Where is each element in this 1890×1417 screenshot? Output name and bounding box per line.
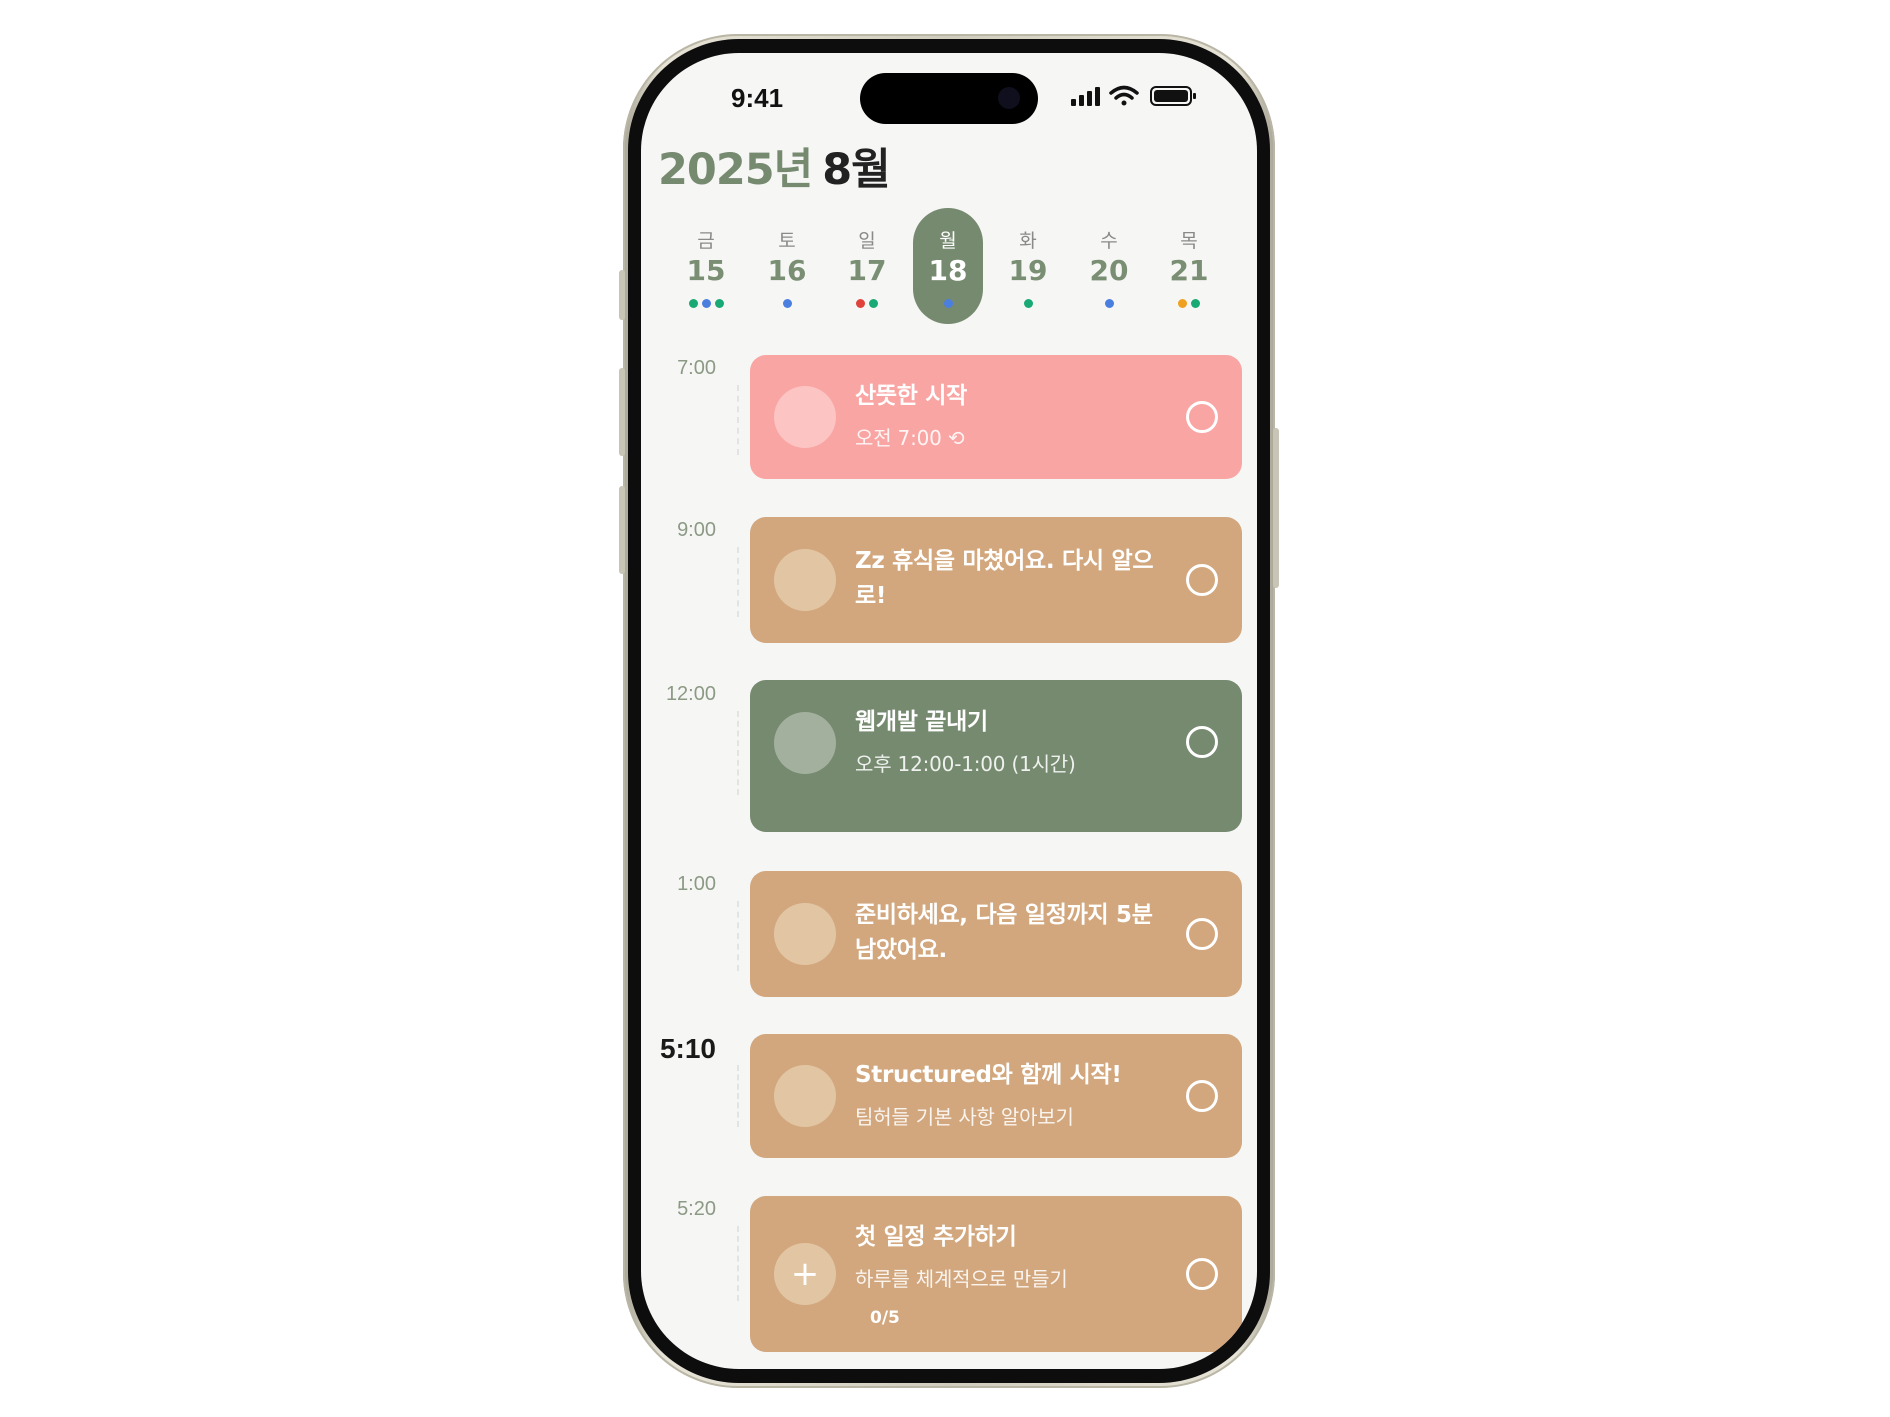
- event-icon: [774, 712, 836, 774]
- day-19[interactable]: 화 19: [993, 208, 1063, 323]
- day-16[interactable]: 토 16: [752, 208, 822, 323]
- event-dots: [752, 299, 822, 309]
- event-title: Structured와 함께 시작!: [855, 1062, 1122, 1088]
- day-weekday: 일: [858, 230, 876, 252]
- status-icons: [1071, 84, 1201, 108]
- event-icon: [774, 903, 836, 965]
- day-15[interactable]: 금 15: [671, 208, 741, 323]
- day-20[interactable]: 수 20: [1074, 208, 1144, 323]
- event-title: 준비하세요, 다음 일정까지 5분 남았어요.: [855, 902, 1153, 963]
- complete-checkbox[interactable]: [1186, 401, 1218, 433]
- day-weekday: 목: [1180, 230, 1198, 252]
- complete-checkbox[interactable]: [1186, 1258, 1218, 1290]
- day-17[interactable]: 일 17: [832, 208, 902, 323]
- event-dot: [701, 299, 711, 308]
- dynamic-island: [860, 73, 1038, 124]
- time-label: 1:00: [677, 873, 716, 895]
- event-card[interactable]: + 첫 일정 추가하기 하루를 체계적으로 만들기 0/5: [750, 1196, 1242, 1352]
- volume-up-button: [619, 368, 625, 456]
- event-dot: [714, 299, 724, 308]
- event-card[interactable]: Structured와 함께 시작! 팀허들 기본 사항 알아보기: [750, 1034, 1242, 1158]
- event-card[interactable]: 산뜻한 시작 오전 7:00 ⟲: [750, 355, 1242, 479]
- event-dots: [832, 299, 902, 309]
- timeline-rail: [737, 1065, 739, 1127]
- page-title: 2025년 8월: [658, 135, 891, 197]
- cellular-signal-icon: [1071, 87, 1100, 106]
- title-year: 2025년: [658, 145, 813, 195]
- event-card[interactable]: 준비하세요, 다음 일정까지 5분 남았어요.: [750, 871, 1242, 997]
- event-subtitle: 하루를 체계적으로 만들기: [855, 1267, 1068, 1291]
- status-time: 9:41: [731, 83, 784, 113]
- event-dot: [1023, 299, 1033, 308]
- event-dots: [913, 299, 983, 309]
- event-subtitle: 팀허들 기본 사항 알아보기: [855, 1105, 1074, 1129]
- event-dot: [1104, 299, 1114, 308]
- day-number: 20: [1089, 254, 1129, 287]
- day-number: 19: [1008, 254, 1048, 287]
- time-label: 7:00: [677, 357, 716, 379]
- event-dots: [993, 299, 1063, 309]
- complete-checkbox[interactable]: [1186, 918, 1218, 950]
- event-card[interactable]: 웹개발 끝내기 오후 12:00-1:00 (1시간): [750, 680, 1242, 832]
- wifi-icon: [1109, 85, 1139, 106]
- event-title: 산뜻한 시작: [855, 383, 968, 409]
- day-number: 18: [928, 254, 968, 287]
- event-dots: [671, 299, 741, 309]
- add-event-button[interactable]: +: [774, 1243, 836, 1305]
- event-icon: [774, 1065, 836, 1127]
- day-18-selected[interactable]: 월 18: [913, 208, 983, 324]
- event-title: 첫 일정 추가하기: [855, 1224, 1017, 1250]
- current-time-label: 5:10: [659, 1033, 716, 1064]
- progress-counter: 0/5: [870, 1308, 900, 1328]
- event-title: 웹개발 끝내기: [855, 709, 988, 735]
- event-dot: [869, 299, 878, 308]
- day-number: 17: [847, 254, 887, 287]
- event-title: Zz 휴식을 마쳤어요. 다시 알으로!: [855, 548, 1154, 609]
- event-dot: [1178, 299, 1187, 308]
- event-card[interactable]: Zz 휴식을 마쳤어요. 다시 알으로!: [750, 517, 1242, 643]
- event-icon: [774, 386, 836, 448]
- event-icon: [774, 549, 836, 611]
- event-dots: [1074, 299, 1144, 309]
- plus-icon: +: [790, 1254, 820, 1294]
- timeline-rail: [737, 385, 739, 455]
- event-subtitle: 오전 7:00 ⟲: [855, 426, 965, 450]
- timeline-rail: [737, 901, 739, 971]
- timeline-rail: [737, 1226, 739, 1301]
- week-strip: 금 15 토 16 일 17 월 18 화 19 수 20 목 21: [671, 208, 1221, 328]
- day-weekday: 금: [697, 230, 715, 252]
- timeline-rail: [737, 547, 739, 617]
- time-label: 9:00: [677, 519, 716, 541]
- day-weekday: 화: [1019, 230, 1037, 252]
- event-dot: [1191, 299, 1200, 308]
- day-weekday: 월: [939, 230, 957, 252]
- event-subtitle: 오후 12:00-1:00 (1시간): [855, 752, 1076, 776]
- day-number: 21: [1169, 254, 1209, 287]
- day-weekday: 수: [1100, 230, 1118, 252]
- volume-down-button: [619, 486, 625, 574]
- day-21[interactable]: 목 21: [1154, 208, 1224, 323]
- action-button: [619, 270, 625, 320]
- time-label: 12:00: [665, 683, 716, 705]
- day-number: 15: [686, 254, 726, 287]
- event-dot: [782, 299, 792, 308]
- timeline-rail: [737, 711, 739, 795]
- complete-checkbox[interactable]: [1186, 1080, 1218, 1112]
- camera-icon: [998, 87, 1020, 109]
- complete-checkbox[interactable]: [1186, 564, 1218, 596]
- title-month: 8월: [822, 145, 890, 195]
- battery-icon: [1150, 86, 1196, 106]
- event-dot: [688, 299, 698, 308]
- day-weekday: 토: [778, 230, 796, 252]
- power-button: [1273, 428, 1279, 588]
- day-number: 16: [767, 254, 807, 287]
- time-label: 5:20: [677, 1198, 716, 1220]
- screen: 9:41 2025년 8월 금 15 토 16 일 17 월 18 화 19 수…: [641, 53, 1257, 1369]
- event-dots: [1154, 299, 1224, 309]
- complete-checkbox[interactable]: [1186, 726, 1218, 758]
- event-dot: [856, 299, 865, 308]
- event-dot: [943, 299, 953, 308]
